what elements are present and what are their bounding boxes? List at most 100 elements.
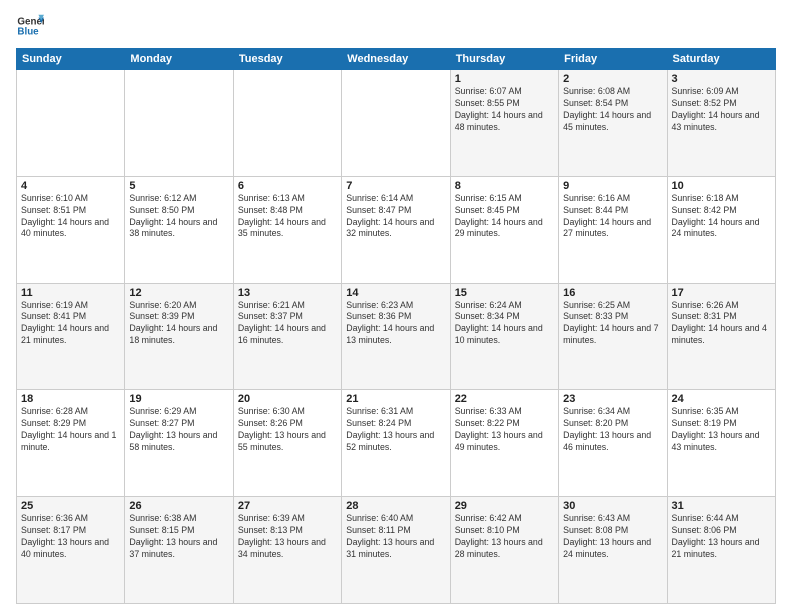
day-info: Sunrise: 6:43 AM Sunset: 8:08 PM Dayligh… — [563, 513, 662, 561]
day-info: Sunrise: 6:07 AM Sunset: 8:55 PM Dayligh… — [455, 86, 554, 134]
day-number: 18 — [21, 393, 120, 405]
day-cell — [342, 70, 450, 177]
day-info: Sunrise: 6:18 AM Sunset: 8:42 PM Dayligh… — [672, 193, 771, 241]
day-info: Sunrise: 6:38 AM Sunset: 8:15 PM Dayligh… — [129, 513, 228, 561]
day-cell: 9Sunrise: 6:16 AM Sunset: 8:44 PM Daylig… — [559, 176, 667, 283]
week-row-2: 11Sunrise: 6:19 AM Sunset: 8:41 PM Dayli… — [17, 283, 776, 390]
day-info: Sunrise: 6:13 AM Sunset: 8:48 PM Dayligh… — [238, 193, 337, 241]
day-number: 28 — [346, 500, 445, 512]
logo-icon: General Blue — [16, 12, 44, 40]
day-number: 20 — [238, 393, 337, 405]
calendar-table: SundayMondayTuesdayWednesdayThursdayFrid… — [16, 48, 776, 604]
day-number: 23 — [563, 393, 662, 405]
day-header-saturday: Saturday — [667, 49, 775, 70]
day-cell: 25Sunrise: 6:36 AM Sunset: 8:17 PM Dayli… — [17, 497, 125, 604]
day-cell: 6Sunrise: 6:13 AM Sunset: 8:48 PM Daylig… — [233, 176, 341, 283]
day-number: 3 — [672, 73, 771, 85]
day-info: Sunrise: 6:33 AM Sunset: 8:22 PM Dayligh… — [455, 406, 554, 454]
day-cell: 2Sunrise: 6:08 AM Sunset: 8:54 PM Daylig… — [559, 70, 667, 177]
week-row-4: 25Sunrise: 6:36 AM Sunset: 8:17 PM Dayli… — [17, 497, 776, 604]
day-cell: 30Sunrise: 6:43 AM Sunset: 8:08 PM Dayli… — [559, 497, 667, 604]
day-number: 1 — [455, 73, 554, 85]
day-info: Sunrise: 6:12 AM Sunset: 8:50 PM Dayligh… — [129, 193, 228, 241]
day-number: 19 — [129, 393, 228, 405]
day-cell: 8Sunrise: 6:15 AM Sunset: 8:45 PM Daylig… — [450, 176, 558, 283]
day-cell: 27Sunrise: 6:39 AM Sunset: 8:13 PM Dayli… — [233, 497, 341, 604]
day-info: Sunrise: 6:40 AM Sunset: 8:11 PM Dayligh… — [346, 513, 445, 561]
day-number: 14 — [346, 287, 445, 299]
day-info: Sunrise: 6:42 AM Sunset: 8:10 PM Dayligh… — [455, 513, 554, 561]
day-info: Sunrise: 6:34 AM Sunset: 8:20 PM Dayligh… — [563, 406, 662, 454]
header-row: SundayMondayTuesdayWednesdayThursdayFrid… — [17, 49, 776, 70]
day-cell: 26Sunrise: 6:38 AM Sunset: 8:15 PM Dayli… — [125, 497, 233, 604]
day-cell: 15Sunrise: 6:24 AM Sunset: 8:34 PM Dayli… — [450, 283, 558, 390]
day-cell: 14Sunrise: 6:23 AM Sunset: 8:36 PM Dayli… — [342, 283, 450, 390]
header: General Blue — [16, 12, 776, 40]
day-cell: 21Sunrise: 6:31 AM Sunset: 8:24 PM Dayli… — [342, 390, 450, 497]
logo: General Blue — [16, 12, 48, 40]
day-header-thursday: Thursday — [450, 49, 558, 70]
day-cell: 19Sunrise: 6:29 AM Sunset: 8:27 PM Dayli… — [125, 390, 233, 497]
day-cell — [233, 70, 341, 177]
day-number: 26 — [129, 500, 228, 512]
day-header-sunday: Sunday — [17, 49, 125, 70]
day-info: Sunrise: 6:31 AM Sunset: 8:24 PM Dayligh… — [346, 406, 445, 454]
day-number: 29 — [455, 500, 554, 512]
day-info: Sunrise: 6:25 AM Sunset: 8:33 PM Dayligh… — [563, 300, 662, 348]
day-cell: 31Sunrise: 6:44 AM Sunset: 8:06 PM Dayli… — [667, 497, 775, 604]
day-info: Sunrise: 6:15 AM Sunset: 8:45 PM Dayligh… — [455, 193, 554, 241]
day-cell: 16Sunrise: 6:25 AM Sunset: 8:33 PM Dayli… — [559, 283, 667, 390]
day-number: 10 — [672, 180, 771, 192]
day-cell: 3Sunrise: 6:09 AM Sunset: 8:52 PM Daylig… — [667, 70, 775, 177]
day-number: 31 — [672, 500, 771, 512]
day-cell: 10Sunrise: 6:18 AM Sunset: 8:42 PM Dayli… — [667, 176, 775, 283]
day-number: 11 — [21, 287, 120, 299]
day-info: Sunrise: 6:35 AM Sunset: 8:19 PM Dayligh… — [672, 406, 771, 454]
day-number: 24 — [672, 393, 771, 405]
day-header-friday: Friday — [559, 49, 667, 70]
day-info: Sunrise: 6:14 AM Sunset: 8:47 PM Dayligh… — [346, 193, 445, 241]
day-cell: 4Sunrise: 6:10 AM Sunset: 8:51 PM Daylig… — [17, 176, 125, 283]
day-cell: 23Sunrise: 6:34 AM Sunset: 8:20 PM Dayli… — [559, 390, 667, 497]
day-info: Sunrise: 6:20 AM Sunset: 8:39 PM Dayligh… — [129, 300, 228, 348]
day-info: Sunrise: 6:24 AM Sunset: 8:34 PM Dayligh… — [455, 300, 554, 348]
day-number: 22 — [455, 393, 554, 405]
week-row-0: 1Sunrise: 6:07 AM Sunset: 8:55 PM Daylig… — [17, 70, 776, 177]
day-cell: 13Sunrise: 6:21 AM Sunset: 8:37 PM Dayli… — [233, 283, 341, 390]
day-number: 4 — [21, 180, 120, 192]
day-cell: 7Sunrise: 6:14 AM Sunset: 8:47 PM Daylig… — [342, 176, 450, 283]
day-info: Sunrise: 6:23 AM Sunset: 8:36 PM Dayligh… — [346, 300, 445, 348]
day-number: 16 — [563, 287, 662, 299]
day-number: 5 — [129, 180, 228, 192]
day-number: 9 — [563, 180, 662, 192]
day-info: Sunrise: 6:16 AM Sunset: 8:44 PM Dayligh… — [563, 193, 662, 241]
day-number: 21 — [346, 393, 445, 405]
day-cell: 5Sunrise: 6:12 AM Sunset: 8:50 PM Daylig… — [125, 176, 233, 283]
day-number: 27 — [238, 500, 337, 512]
day-cell: 11Sunrise: 6:19 AM Sunset: 8:41 PM Dayli… — [17, 283, 125, 390]
day-info: Sunrise: 6:28 AM Sunset: 8:29 PM Dayligh… — [21, 406, 120, 454]
page: General Blue SundayMondayTuesdayWednesda… — [0, 0, 792, 612]
day-info: Sunrise: 6:10 AM Sunset: 8:51 PM Dayligh… — [21, 193, 120, 241]
day-cell: 18Sunrise: 6:28 AM Sunset: 8:29 PM Dayli… — [17, 390, 125, 497]
day-number: 6 — [238, 180, 337, 192]
day-cell — [17, 70, 125, 177]
day-cell: 12Sunrise: 6:20 AM Sunset: 8:39 PM Dayli… — [125, 283, 233, 390]
day-cell: 1Sunrise: 6:07 AM Sunset: 8:55 PM Daylig… — [450, 70, 558, 177]
day-header-monday: Monday — [125, 49, 233, 70]
day-info: Sunrise: 6:29 AM Sunset: 8:27 PM Dayligh… — [129, 406, 228, 454]
day-info: Sunrise: 6:21 AM Sunset: 8:37 PM Dayligh… — [238, 300, 337, 348]
day-cell: 20Sunrise: 6:30 AM Sunset: 8:26 PM Dayli… — [233, 390, 341, 497]
day-number: 2 — [563, 73, 662, 85]
day-info: Sunrise: 6:44 AM Sunset: 8:06 PM Dayligh… — [672, 513, 771, 561]
day-info: Sunrise: 6:36 AM Sunset: 8:17 PM Dayligh… — [21, 513, 120, 561]
day-number: 25 — [21, 500, 120, 512]
day-cell: 22Sunrise: 6:33 AM Sunset: 8:22 PM Dayli… — [450, 390, 558, 497]
day-header-wednesday: Wednesday — [342, 49, 450, 70]
day-cell: 28Sunrise: 6:40 AM Sunset: 8:11 PM Dayli… — [342, 497, 450, 604]
day-info: Sunrise: 6:30 AM Sunset: 8:26 PM Dayligh… — [238, 406, 337, 454]
day-cell — [125, 70, 233, 177]
day-number: 13 — [238, 287, 337, 299]
day-number: 30 — [563, 500, 662, 512]
day-cell: 29Sunrise: 6:42 AM Sunset: 8:10 PM Dayli… — [450, 497, 558, 604]
